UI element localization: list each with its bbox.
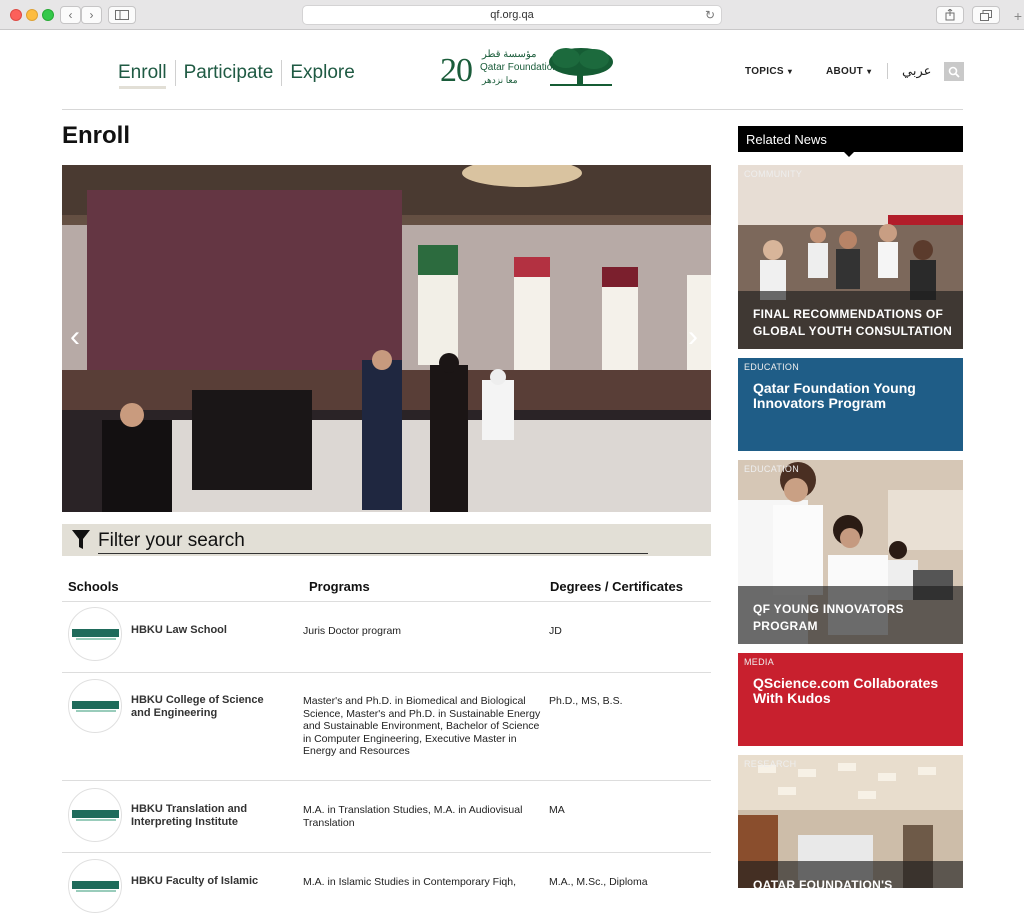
browser-toolbar: ‹ › qf.org.qa ↻ + <box>0 0 1024 30</box>
filter-input[interactable]: Filter your search <box>98 530 648 554</box>
row-divider <box>62 780 711 781</box>
logo-arabic-tagline: معا نزدهر <box>482 75 518 85</box>
caret-down-icon: ▾ <box>867 67 872 76</box>
graduation-ceremony-photo <box>62 165 711 512</box>
column-degrees: Degrees / Certificates <box>550 579 683 594</box>
card-category: RESEARCH <box>744 759 797 769</box>
about-menu[interactable]: ABOUT ▾ <box>826 66 882 77</box>
search-icon <box>948 66 960 78</box>
tabs-button[interactable] <box>972 6 1000 24</box>
school-name[interactable]: HBKU Law School <box>131 624 281 637</box>
school-logo <box>68 607 122 661</box>
card-category: EDUCATION <box>744 464 800 474</box>
address-bar[interactable]: qf.org.qa ↻ <box>302 5 722 25</box>
card-category: MEDIA <box>744 657 775 667</box>
related-news-heading: Related News <box>738 126 963 152</box>
school-logo <box>68 788 122 842</box>
primary-nav: Enroll Participate Explore <box>118 60 363 86</box>
card-title[interactable]: Qatar Foundation Young Innovators Progra… <box>753 381 953 411</box>
search-button[interactable] <box>944 62 964 81</box>
tabs-icon <box>980 9 992 21</box>
chevron-right-icon: › <box>89 8 94 22</box>
card-title[interactable]: FINAL RECOMMENDATIONS OF GLOBAL YOUTH CO… <box>753 306 953 340</box>
table-header-divider <box>62 601 711 602</box>
carousel-prev-arrow[interactable]: ‹ <box>70 320 80 354</box>
degree-list: M.A., M.Sc., Diploma <box>549 876 648 888</box>
news-card[interactable]: EDUCATION QF YOUNG INNOVATORS PROGRAM <box>738 460 963 644</box>
news-card[interactable]: RESEARCH QATAR FOUNDATION'S <box>738 755 963 888</box>
tree-icon <box>549 48 613 86</box>
sidebar-icon <box>115 10 129 20</box>
maximize-window-button[interactable] <box>42 9 54 21</box>
heading-pointer <box>844 152 854 157</box>
minimize-window-button[interactable] <box>26 9 38 21</box>
program-list: M.A. in Translation Studies, M.A. in Aud… <box>303 804 523 829</box>
close-window-button[interactable] <box>10 9 22 21</box>
new-tab-icon[interactable]: + <box>1014 8 1022 24</box>
nav-participate[interactable]: Participate <box>176 60 283 86</box>
news-card[interactable]: MEDIA QScience.com Collaborates With Kud… <box>738 653 963 746</box>
reload-icon[interactable]: ↻ <box>705 8 715 22</box>
nav-enroll[interactable]: Enroll <box>118 60 176 86</box>
program-list: Juris Doctor program <box>303 625 402 637</box>
chevron-left-icon: ‹ <box>68 8 73 22</box>
about-label: ABOUT <box>826 66 864 77</box>
degree-list: JD <box>549 625 562 637</box>
school-name[interactable]: HBKU Faculty of Islamic <box>131 875 281 888</box>
program-list: Master's and Ph.D. in Biomedical and Bio… <box>303 695 541 757</box>
filter-icon <box>72 530 90 549</box>
filter-bar[interactable]: Filter your search <box>62 524 711 556</box>
caret-down-icon: ▾ <box>787 67 793 76</box>
school-name[interactable]: HBKU College of Science and Engineering <box>131 694 281 720</box>
column-programs: Programs <box>309 579 370 594</box>
logo-arabic-name: مؤسسة قطر <box>482 49 537 60</box>
nav-explore[interactable]: Explore <box>282 60 362 86</box>
header-divider <box>62 109 963 110</box>
qatar-foundation-logo[interactable]: 20 مؤسسة قطر Qatar Foundation معا نزدهر <box>440 46 615 92</box>
logo-number: 20 <box>440 52 473 89</box>
card-category: COMMUNITY <box>744 169 803 179</box>
topics-label: TOPICS <box>745 66 784 77</box>
card-category: EDUCATION <box>744 362 800 372</box>
card-title[interactable]: QATAR FOUNDATION'S <box>753 877 953 888</box>
card-title[interactable]: QF YOUNG INNOVATORS PROGRAM <box>753 601 953 635</box>
row-divider <box>62 852 711 853</box>
column-schools: Schools <box>68 579 119 594</box>
carousel-next-arrow[interactable]: › <box>688 320 698 354</box>
degree-list: Ph.D., MS, B.S. <box>549 695 623 707</box>
url-text: qf.org.qa <box>490 9 534 21</box>
news-card[interactable]: EDUCATION Qatar Foundation Young Innovat… <box>738 358 963 451</box>
forward-button[interactable]: › <box>81 6 102 24</box>
degree-list: MA <box>549 804 565 816</box>
sidebar-toggle-button[interactable] <box>108 6 136 24</box>
share-button[interactable] <box>936 6 964 24</box>
active-nav-indicator <box>119 86 166 89</box>
row-divider <box>62 672 711 673</box>
card-title[interactable]: QScience.com Collaborates With Kudos <box>753 676 958 706</box>
school-logo <box>68 679 122 733</box>
back-button[interactable]: ‹ <box>60 6 81 24</box>
language-switch[interactable]: عربي <box>887 63 931 79</box>
school-name[interactable]: HBKU Translation and Interpreting Instit… <box>131 803 281 829</box>
school-logo <box>68 859 122 913</box>
page-title: Enroll <box>62 122 131 149</box>
program-list: M.A. in Islamic Studies in Contemporary … <box>303 876 516 888</box>
news-card[interactable]: COMMUNITY FINAL RECOMMENDATIONS OF GLOBA… <box>738 165 963 349</box>
share-icon <box>945 9 955 21</box>
hero-carousel[interactable] <box>62 165 711 512</box>
